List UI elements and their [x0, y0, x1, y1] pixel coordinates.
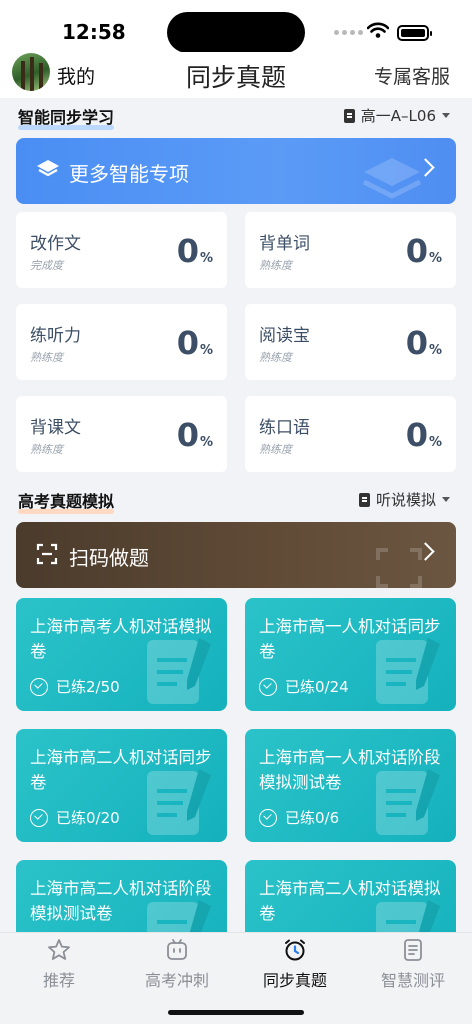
- mode-selector-label: 听说模拟: [375, 491, 436, 509]
- banner-label: 更多智能专项: [69, 162, 189, 186]
- layers-decoration-icon: [362, 158, 422, 199]
- paper-card[interactable]: 上海市高一人机对话同步卷 已练0/24: [245, 598, 456, 711]
- paper-title: 上海市高考人机对话模拟卷: [30, 617, 212, 661]
- stat-value: 0%: [176, 232, 213, 270]
- paper-title: 上海市高二人机对话阶段模拟测试卷: [30, 879, 212, 923]
- caret-down-icon: [442, 113, 450, 118]
- stat-card-speaking[interactable]: 练口语 熟练度 0%: [245, 396, 456, 472]
- paper-progress: 已练0/24: [259, 676, 349, 697]
- stat-label: 背课文: [30, 418, 81, 438]
- tab-label: 推荐: [42, 971, 75, 990]
- paper-title: 上海市高二人机对话模拟卷: [259, 879, 441, 923]
- tab-gaokao-sprint[interactable]: 高考冲刺: [118, 933, 236, 1003]
- tab-label: 同步真题: [262, 971, 327, 990]
- paper-progress-label: 已练0/24: [285, 678, 349, 696]
- nav-bar: 我的 同步真题 专属客服: [0, 52, 472, 98]
- paper-title: 上海市高一人机对话同步卷: [259, 617, 441, 661]
- stat-label: 练听力: [30, 326, 81, 346]
- paper-progress-label: 已练2/50: [56, 678, 120, 696]
- scan-decoration-icon: [376, 548, 422, 588]
- check-circle-icon: [30, 808, 48, 827]
- battery-icon: [397, 25, 432, 41]
- document-icon: [358, 492, 370, 507]
- document-icon: [404, 939, 422, 961]
- robot-icon: [167, 939, 187, 960]
- home-indicator: [168, 1010, 304, 1015]
- stat-label: 背单词: [259, 234, 310, 254]
- book-icon: [343, 108, 355, 123]
- star-icon: [48, 939, 70, 960]
- tab-label: 智慧测评: [380, 971, 445, 990]
- stat-card-reading[interactable]: 阅读宝 熟练度 0%: [245, 304, 456, 380]
- stat-value: 0%: [405, 324, 442, 362]
- paper-progress-label: 已练0/6: [285, 809, 340, 827]
- stat-value: 0%: [405, 416, 442, 454]
- dynamic-island: [167, 12, 305, 53]
- paper-progress-label: 已练0/20: [56, 809, 120, 827]
- mode-selector[interactable]: 听说模拟: [358, 489, 450, 510]
- paper-progress: 已练2/50: [30, 676, 120, 697]
- more-smart-topics-banner[interactable]: 更多智能专项: [16, 138, 456, 204]
- book-selector-label: 高一A–L06: [360, 107, 436, 125]
- stat-sub-label: 熟练度: [259, 259, 292, 272]
- tab-recommend[interactable]: 推荐: [0, 933, 118, 1003]
- stat-card-recite-text[interactable]: 背课文 熟练度 0%: [16, 396, 227, 472]
- stat-card-vocabulary[interactable]: 背单词 熟练度 0%: [245, 212, 456, 288]
- stat-value: 0%: [176, 416, 213, 454]
- stat-value: 0%: [176, 324, 213, 362]
- section-title: 智能同步学习: [18, 104, 115, 130]
- section-title: 高考真题模拟: [18, 488, 115, 514]
- tab-sync-exams[interactable]: 同步真题: [236, 933, 354, 1003]
- status-time: 12:58: [62, 20, 126, 44]
- paper-card[interactable]: 上海市高二人机对话同步卷 已练0/20: [16, 729, 227, 842]
- check-circle-icon: [259, 677, 277, 696]
- stat-sub-label: 熟练度: [259, 443, 292, 456]
- sync-section-header: 智能同步学习 高一A–L06: [16, 100, 456, 130]
- cellular-signal-icon: [334, 30, 363, 35]
- paper-title: 上海市高二人机对话同步卷: [30, 748, 212, 792]
- scan-icon: [36, 543, 58, 565]
- book-selector[interactable]: 高一A–L06: [343, 105, 450, 126]
- paper-progress: 已练0/20: [30, 807, 120, 828]
- caret-down-icon: [442, 497, 450, 502]
- stat-value: 0%: [405, 232, 442, 270]
- stat-sub-label: 熟练度: [259, 351, 292, 364]
- tab-smart-assessment[interactable]: 智慧测评: [354, 933, 472, 1003]
- scan-to-practice-banner[interactable]: 扫码做题: [16, 522, 456, 588]
- check-circle-icon: [30, 677, 48, 696]
- alarm-clock-icon: [285, 939, 305, 961]
- stat-label: 阅读宝: [259, 326, 310, 346]
- paper-card[interactable]: 上海市高一人机对话阶段模拟测试卷 已练0/6: [245, 729, 456, 842]
- tab-label: 高考冲刺: [144, 971, 209, 990]
- exam-section-header: 高考真题模拟 听说模拟: [16, 484, 456, 514]
- check-circle-icon: [259, 808, 277, 827]
- status-bar: 12:58: [0, 0, 472, 56]
- wifi-icon: [367, 22, 389, 38]
- paper-title: 上海市高一人机对话阶段模拟测试卷: [259, 748, 441, 792]
- stat-card-essay[interactable]: 改作文 完成度 0%: [16, 212, 227, 288]
- stat-sub-label: 熟练度: [30, 443, 63, 456]
- stat-label: 练口语: [259, 418, 310, 438]
- paper-progress: 已练0/6: [259, 807, 339, 828]
- customer-service-link[interactable]: 专属客服: [374, 62, 450, 89]
- paper-card[interactable]: 上海市高考人机对话模拟卷 已练2/50: [16, 598, 227, 711]
- banner-label: 扫码做题: [69, 546, 149, 570]
- layers-icon: [37, 160, 59, 177]
- stat-card-listening[interactable]: 练听力 熟练度 0%: [16, 304, 227, 380]
- stat-label: 改作文: [30, 234, 81, 254]
- stat-sub-label: 完成度: [30, 259, 63, 272]
- stat-sub-label: 熟练度: [30, 351, 63, 364]
